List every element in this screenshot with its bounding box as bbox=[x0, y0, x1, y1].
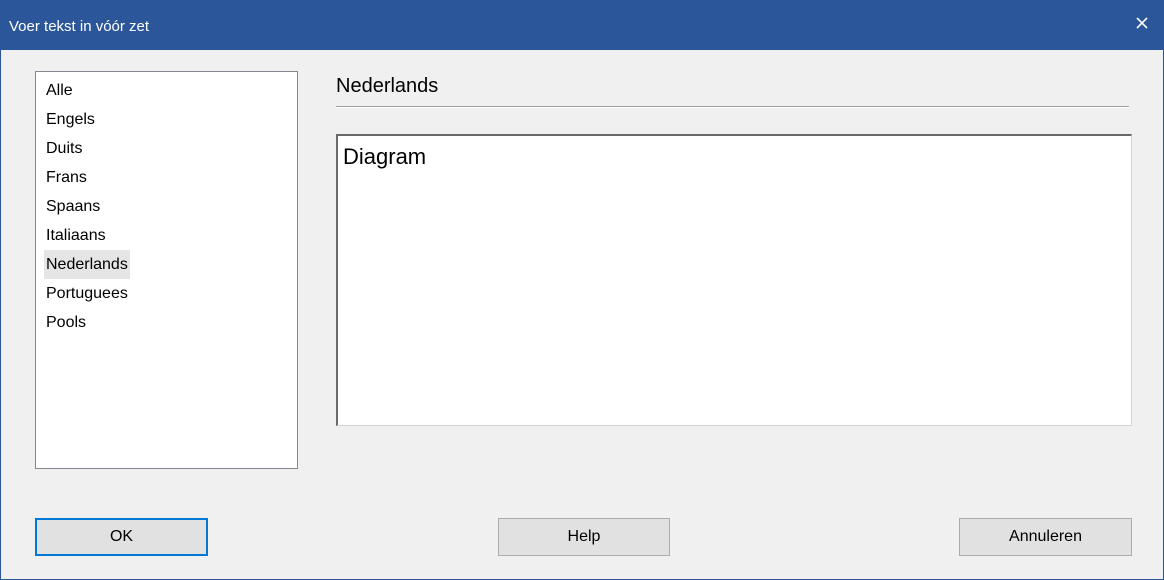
list-item-spaans[interactable]: Spaans bbox=[44, 192, 102, 221]
ok-button[interactable]: OK bbox=[35, 518, 208, 556]
comment-text-input[interactable]: Diagram bbox=[336, 134, 1132, 426]
dialog-window: Voer tekst in vóór zet Alle Engels Duits… bbox=[0, 0, 1164, 580]
list-item-alle[interactable]: Alle bbox=[44, 76, 75, 105]
list-row[interactable]: Spaans bbox=[36, 192, 297, 221]
language-listbox[interactable]: Alle Engels Duits Frans Spaans Italiaans… bbox=[35, 71, 298, 469]
heading-divider bbox=[336, 106, 1129, 108]
list-item-italiaans[interactable]: Italiaans bbox=[44, 221, 108, 250]
help-button[interactable]: Help bbox=[498, 518, 670, 556]
list-row[interactable]: Engels bbox=[36, 105, 297, 134]
window-title: Voer tekst in vóór zet bbox=[9, 18, 150, 35]
list-row[interactable]: Alle bbox=[36, 76, 297, 105]
title-bar[interactable]: Voer tekst in vóór zet bbox=[1, 0, 1164, 50]
cancel-button[interactable]: Annuleren bbox=[959, 518, 1132, 556]
list-item-duits[interactable]: Duits bbox=[44, 134, 84, 163]
close-button[interactable] bbox=[1119, 0, 1164, 46]
list-item-nederlands[interactable]: Nederlands bbox=[44, 250, 130, 279]
list-item-engels[interactable]: Engels bbox=[44, 105, 97, 134]
list-item-pools[interactable]: Pools bbox=[44, 308, 88, 337]
list-row[interactable]: Duits bbox=[36, 134, 297, 163]
list-item-frans[interactable]: Frans bbox=[44, 163, 89, 192]
close-icon bbox=[1136, 17, 1148, 29]
list-row[interactable]: Portuguees bbox=[36, 279, 297, 308]
list-row[interactable]: Pools bbox=[36, 308, 297, 337]
list-item-portuguees[interactable]: Portuguees bbox=[44, 279, 130, 308]
list-row[interactable]: Italiaans bbox=[36, 221, 297, 250]
list-row[interactable]: Frans bbox=[36, 163, 297, 192]
language-heading: Nederlands bbox=[336, 75, 439, 97]
list-row[interactable]: Nederlands bbox=[36, 250, 297, 279]
